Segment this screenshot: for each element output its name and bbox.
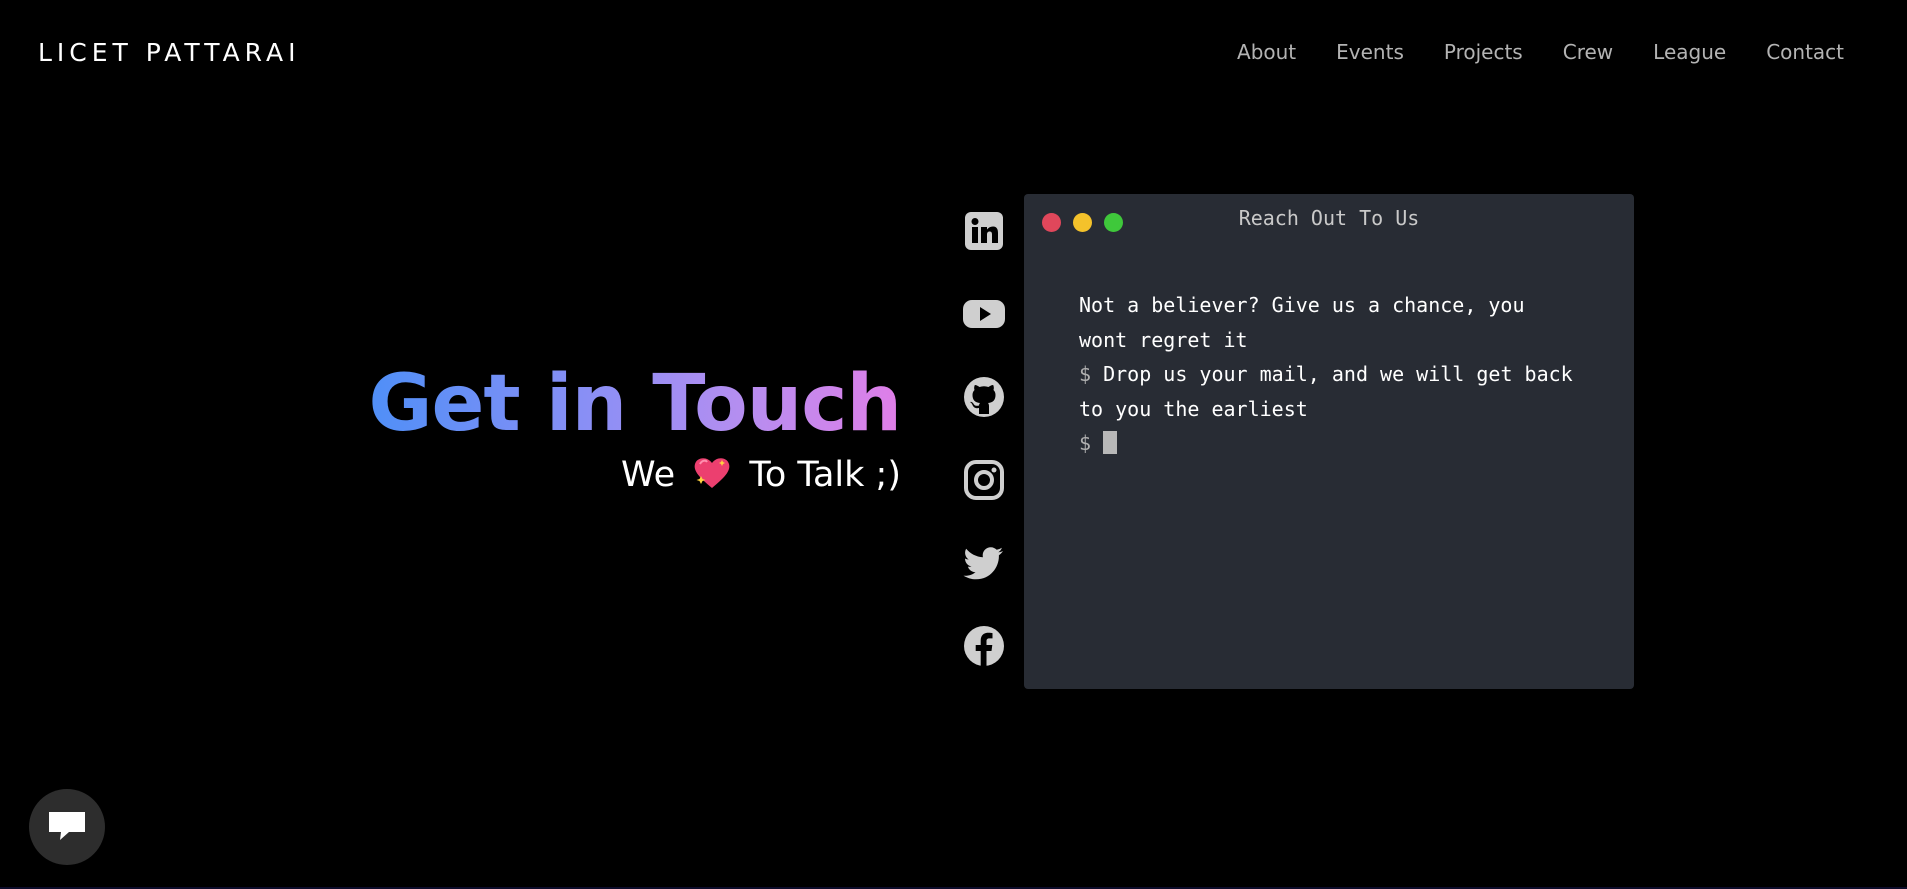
prompt-symbol: $ xyxy=(1079,431,1092,455)
site-logo[interactable]: LICET PATTARAI xyxy=(38,38,301,67)
facebook-icon[interactable] xyxy=(963,625,1005,667)
hero: Get in Touch We To Talk ;) xyxy=(368,359,902,499)
terminal-title: Reach Out To Us xyxy=(1238,206,1420,230)
nav-contact[interactable]: Contact xyxy=(1766,40,1844,64)
youtube-icon[interactable] xyxy=(963,293,1005,335)
github-icon[interactable] xyxy=(963,376,1005,418)
terminal-line-instruction: $ Drop us your mail, and we will get bac… xyxy=(1079,357,1579,426)
contact-terminal: Reach Out To Us Not a believer? Give us … xyxy=(1024,194,1634,689)
main-nav: About Events Projects Crew League Contac… xyxy=(1197,40,1844,64)
sparkling-heart-icon xyxy=(692,456,732,499)
terminal-input-line[interactable]: $ xyxy=(1079,426,1579,461)
chat-button[interactable] xyxy=(29,789,105,865)
nav-projects[interactable]: Projects xyxy=(1444,40,1523,64)
nav-events[interactable]: Events xyxy=(1336,40,1404,64)
prompt-symbol: $ xyxy=(1079,362,1092,386)
page: LICET PATTARAI About Events Projects Cre… xyxy=(0,0,1907,889)
terminal-titlebar: Reach Out To Us xyxy=(1024,194,1634,244)
terminal-body: Not a believer? Give us a chance, you wo… xyxy=(1079,288,1579,461)
instruction-text: Drop us your mail, and we will get back … xyxy=(1079,362,1573,421)
terminal-line-intro: Not a believer? Give us a chance, you wo… xyxy=(1079,293,1525,352)
chat-bubble-icon xyxy=(49,812,85,840)
nav-about[interactable]: About xyxy=(1237,40,1296,64)
nav-crew[interactable]: Crew xyxy=(1563,40,1613,64)
subtitle-we: We xyxy=(621,455,676,495)
hero-title: Get in Touch xyxy=(368,359,902,449)
instagram-icon[interactable] xyxy=(963,459,1005,501)
nav-league[interactable]: League xyxy=(1653,40,1726,64)
text-cursor xyxy=(1103,431,1118,454)
linkedin-icon[interactable] xyxy=(963,210,1005,252)
subtitle-to-talk: To Talk ;) xyxy=(749,455,901,495)
hero-subtitle: We To Talk ;) xyxy=(368,455,901,499)
social-links xyxy=(963,210,1005,708)
twitter-icon[interactable] xyxy=(963,542,1005,584)
